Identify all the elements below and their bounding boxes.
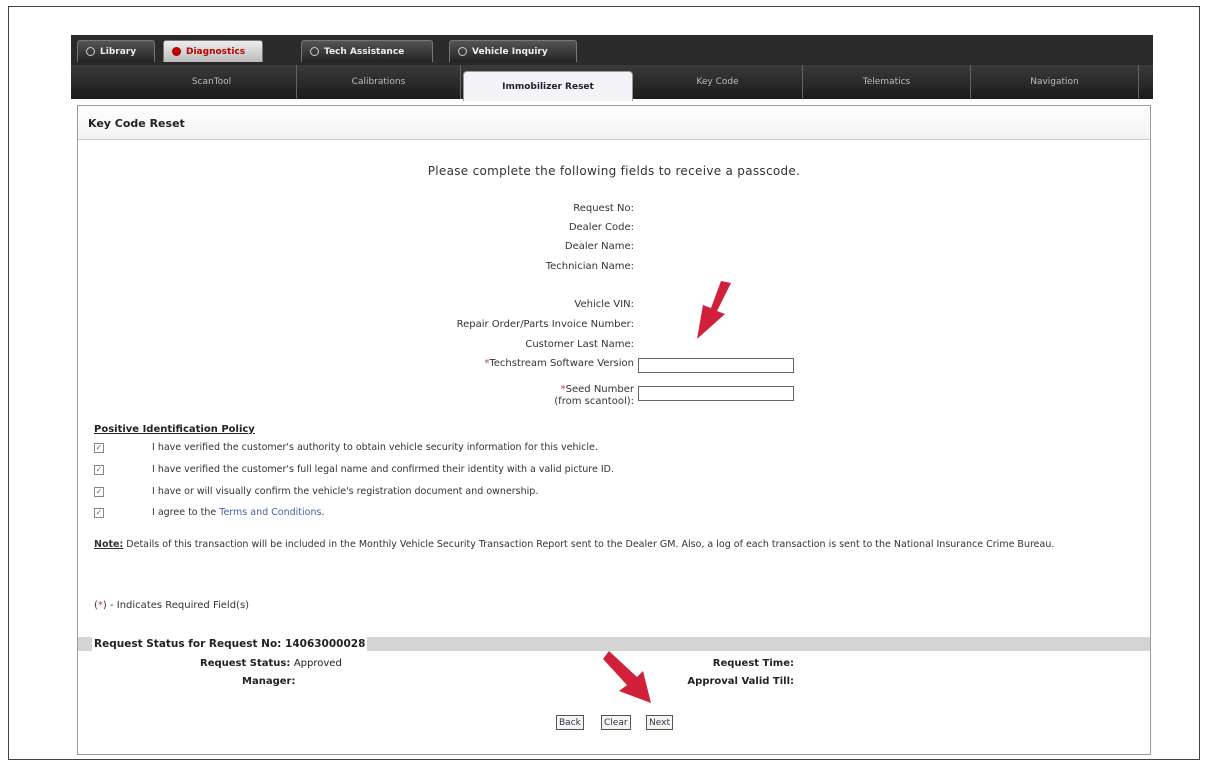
terms-link[interactable]: Terms and Conditions bbox=[219, 507, 321, 518]
radio-dot-icon bbox=[86, 47, 95, 56]
tab-vehicle-inquiry[interactable]: Vehicle Inquiry bbox=[449, 40, 577, 62]
seed-number-sublabel: (from scantool): bbox=[554, 396, 634, 407]
dealer-code-label: Dealer Code: bbox=[568, 222, 634, 233]
seed-number-label-text: Seed Number bbox=[565, 384, 634, 395]
policy-text-1: I have verified the customer's authority… bbox=[152, 442, 598, 453]
tab-tech-assistance[interactable]: Tech Assistance bbox=[301, 40, 433, 62]
note-body: Details of this transaction will be incl… bbox=[123, 539, 1055, 550]
subnav-navigation[interactable]: Navigation bbox=[971, 65, 1139, 99]
tab-library-label: Library bbox=[100, 46, 137, 57]
subnav-calibrations-label: Calibrations bbox=[351, 77, 406, 87]
radio-dot-icon bbox=[172, 47, 181, 56]
policy-text-2: I have verified the customer's full lega… bbox=[152, 464, 614, 475]
policy-title: Positive Identification Policy bbox=[94, 424, 255, 435]
red-arrow-icon bbox=[603, 651, 651, 703]
back-button[interactable]: Back bbox=[556, 715, 584, 730]
vehicle-vin-label: Vehicle VIN: bbox=[574, 299, 634, 310]
subnav-key-code-label: Key Code bbox=[696, 77, 739, 87]
sub-nav-bar: ScanTool Calibrations Immobilizer Reset … bbox=[71, 65, 1153, 101]
terms-prefix: I agree to the bbox=[152, 507, 220, 518]
techstream-version-label-text: Techstream Software Version bbox=[489, 358, 634, 369]
subnav-key-code[interactable]: Key Code bbox=[633, 65, 803, 99]
panel-title: Key Code Reset bbox=[78, 106, 1150, 140]
subnav-telematics[interactable]: Telematics bbox=[803, 65, 971, 99]
request-status-header: Request Status for Request No: 140630000… bbox=[92, 637, 368, 651]
subnav-scantool-label: ScanTool bbox=[191, 77, 232, 87]
tab-diagnostics-label: Diagnostics bbox=[186, 46, 246, 57]
tab-vehicle-inquiry-label: Vehicle Inquiry bbox=[472, 46, 548, 57]
subnav-scantool[interactable]: ScanTool bbox=[127, 65, 297, 99]
subnav-immobilizer-reset-label: Immobilizer Reset bbox=[502, 81, 594, 92]
instruction-text: Please complete the following fields to … bbox=[427, 164, 801, 178]
approval-valid-label: Approval Valid Till: bbox=[687, 676, 794, 687]
arrow-shape bbox=[697, 281, 731, 339]
request-time-label: Request Time: bbox=[712, 658, 794, 669]
required-fields-note: (*) - Indicates Required Field(s) bbox=[94, 600, 249, 611]
tab-library[interactable]: Library bbox=[77, 40, 155, 62]
subnav-immobilizer-reset[interactable]: Immobilizer Reset bbox=[463, 71, 633, 101]
terms-suffix: . bbox=[321, 507, 325, 518]
request-status-row: Request Status: Approved bbox=[200, 658, 342, 669]
tab-diagnostics[interactable]: Diagnostics bbox=[163, 40, 263, 62]
policy-text-3: I have or will visually confirm the vehi… bbox=[152, 486, 539, 497]
next-button[interactable]: Next bbox=[646, 715, 673, 730]
top-tab-bar: Library Diagnostics Tech Assistance Vehi… bbox=[71, 35, 1153, 65]
screenshot-frame: Library Diagnostics Tech Assistance Vehi… bbox=[8, 6, 1200, 760]
subnav-calibrations[interactable]: Calibrations bbox=[297, 65, 461, 99]
policy-checkbox-4[interactable]: ✓ bbox=[94, 508, 104, 518]
seed-number-input[interactable] bbox=[638, 386, 794, 401]
techstream-version-label: *Techstream Software Version bbox=[484, 358, 634, 369]
seed-number-label: *Seed Number (from scantool): bbox=[554, 384, 634, 408]
customer-last-name-label: Customer Last Name: bbox=[525, 339, 634, 350]
clear-button[interactable]: Clear bbox=[601, 715, 631, 730]
dealer-name-label: Dealer Name: bbox=[564, 241, 634, 252]
radio-dot-icon bbox=[458, 47, 467, 56]
technician-name-label: Technician Name: bbox=[545, 261, 634, 272]
subnav-telematics-label: Telematics bbox=[862, 77, 911, 87]
required-note-text: ) - Indicates Required Field(s) bbox=[102, 600, 250, 611]
red-arrow-icon bbox=[697, 281, 731, 339]
request-status-label: Request Status: bbox=[200, 658, 291, 669]
manager-label: Manager: bbox=[242, 676, 296, 687]
request-no-label: Request No: bbox=[573, 203, 634, 214]
tab-tech-assistance-label: Tech Assistance bbox=[324, 46, 405, 57]
techstream-version-input[interactable] bbox=[638, 358, 794, 373]
policy-checkbox-1[interactable]: ✓ bbox=[94, 443, 104, 453]
policy-text-4: I agree to the Terms and Conditions. bbox=[152, 507, 324, 518]
policy-checkbox-3[interactable]: ✓ bbox=[94, 487, 104, 497]
request-status-value: Approved bbox=[293, 658, 342, 669]
note-label: Note: bbox=[94, 539, 124, 550]
radio-dot-icon bbox=[310, 47, 319, 56]
note-text: Note: Details of this transaction will b… bbox=[94, 539, 1124, 551]
arrow-shape bbox=[603, 651, 651, 703]
repair-order-label: Repair Order/Parts Invoice Number: bbox=[456, 319, 634, 330]
subnav-navigation-label: Navigation bbox=[1030, 77, 1079, 87]
policy-checkbox-2[interactable]: ✓ bbox=[94, 465, 104, 475]
